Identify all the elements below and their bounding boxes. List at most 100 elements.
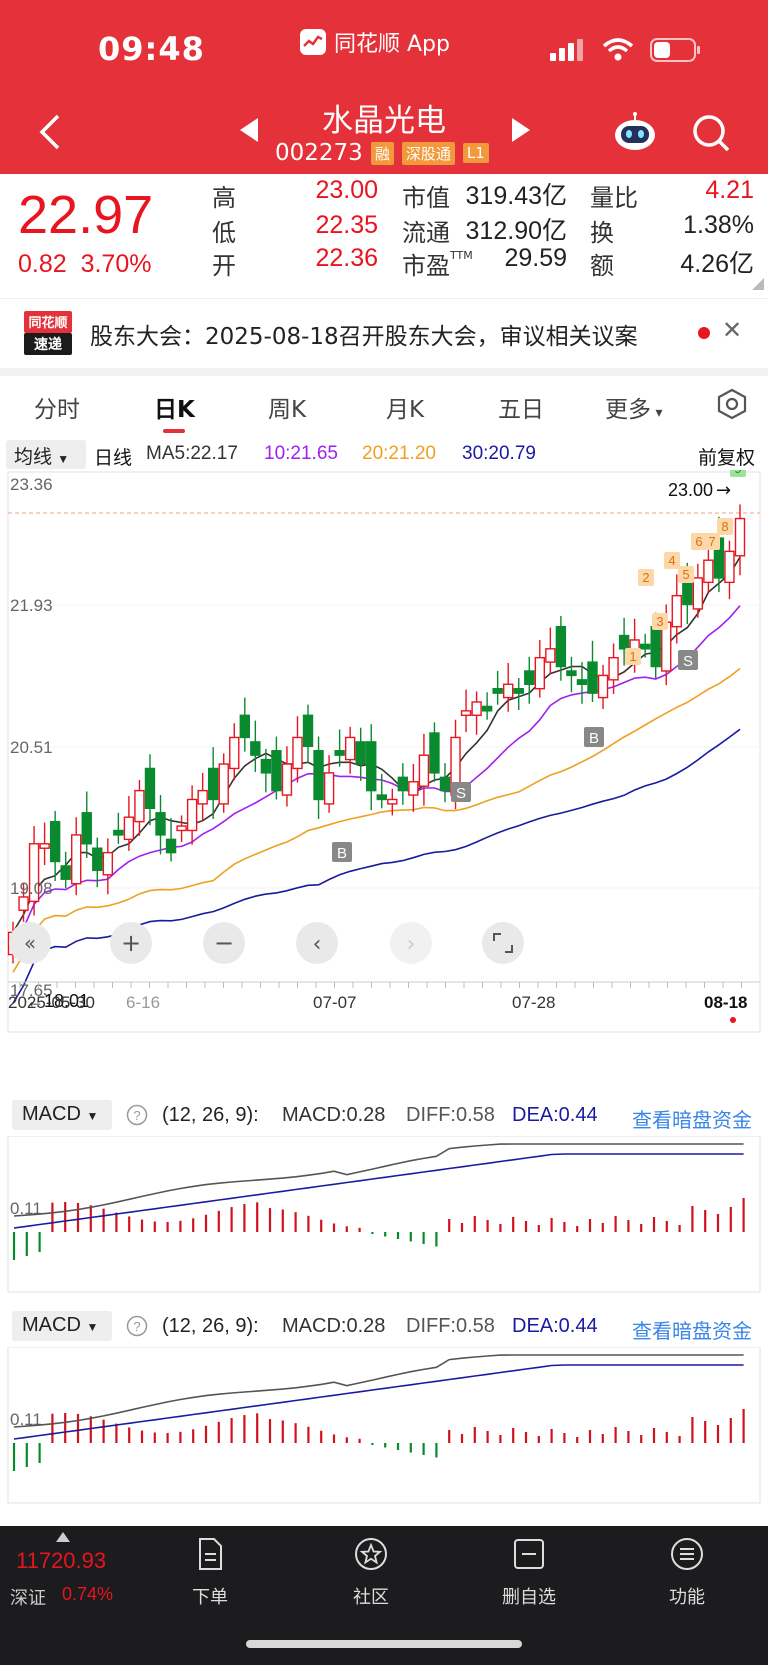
- ma30-value: 30:20.79: [462, 443, 536, 464]
- index-value[interactable]: 11720.93: [16, 1548, 106, 1574]
- nav-community-label: 社区: [353, 1587, 389, 1608]
- low-label: 低: [212, 219, 236, 247]
- stock-code-row: 002273 融 深股通 L1: [275, 140, 489, 166]
- low-value: 22.35: [315, 211, 378, 239]
- help-icon[interactable]: ?: [126, 1315, 148, 1337]
- svg-text:S: S: [683, 653, 693, 670]
- nav-order[interactable]: 下单: [165, 1536, 255, 1609]
- dea-value-1: DEA:0.44: [512, 1104, 598, 1126]
- period-label: 日线: [94, 448, 133, 469]
- sequence-marker: 7: [704, 533, 720, 550]
- trade-marker[interactable]: B: [584, 727, 604, 747]
- nav-remove-watchlist[interactable]: 删自选: [484, 1536, 574, 1609]
- period-tabs: 分时 日K 周K 月K 五日 更多 ▾: [0, 376, 768, 436]
- robot-assistant-icon[interactable]: [612, 112, 658, 152]
- dea-value-2: DEA:0.44: [512, 1315, 598, 1337]
- ma20-value: 20:21.20: [362, 443, 436, 464]
- trade-marker[interactable]: S: [451, 782, 471, 802]
- news-text: 股东大会：2025-08-18召开股东大会，审议相关议案: [90, 324, 638, 350]
- svg-text:«: «: [24, 931, 36, 955]
- search-icon[interactable]: [690, 112, 732, 154]
- kline-chart[interactable]: BSBS123456789 23.36 21.93 20.51 19.08 17…: [0, 470, 768, 1090]
- dark-pool-link-1[interactable]: 查看暗盘资金: [632, 1104, 752, 1133]
- news-close-icon[interactable]: ✕: [722, 316, 742, 344]
- diff-value-2: DIFF:0.58: [406, 1315, 495, 1337]
- trade-marker[interactable]: B: [332, 842, 352, 862]
- index-name: 深证: [10, 1588, 46, 1609]
- ma10-value: 10:21.65: [264, 443, 338, 464]
- zoom-out-button[interactable]: −: [203, 922, 245, 964]
- nav-functions-label: 功能: [669, 1587, 705, 1608]
- nav-order-label: 下单: [192, 1587, 228, 1608]
- svg-text:→: →: [716, 480, 731, 501]
- macd-selector-1[interactable]: MACD ▼: [12, 1100, 112, 1130]
- diff-value-1: DIFF:0.58: [406, 1104, 495, 1126]
- price-change: 0.82 3.70%: [18, 250, 152, 278]
- tag-connect: 深股通: [401, 141, 455, 165]
- svg-text:速递: 速递: [34, 336, 62, 353]
- float-label: 流通: [402, 219, 450, 247]
- high-value: 23.00: [315, 176, 378, 204]
- tab-weekly-k[interactable]: 周K: [268, 390, 306, 424]
- tag-level: L1: [462, 143, 489, 163]
- nav-functions[interactable]: 功能: [642, 1536, 732, 1609]
- trade-marker[interactable]: S: [678, 650, 698, 670]
- svg-text:?: ?: [133, 1319, 140, 1334]
- sequence-marker: 5: [678, 566, 694, 583]
- expand-corner-icon[interactable]: [752, 278, 764, 290]
- amount-label: 额: [590, 252, 614, 280]
- svg-text:+: +: [121, 929, 141, 957]
- svg-text:8: 8: [721, 519, 728, 534]
- scroll-left-button[interactable]: «: [9, 922, 51, 964]
- svg-text:5: 5: [682, 567, 689, 582]
- nav-community[interactable]: 社区: [326, 1536, 416, 1609]
- tab-intraday[interactable]: 分时: [34, 390, 80, 424]
- dark-pool-link-2[interactable]: 查看暗盘资金: [632, 1315, 752, 1344]
- open-label: 开: [212, 252, 236, 280]
- battery-icon: [650, 38, 700, 62]
- tab-active-indicator: [163, 429, 185, 433]
- volume-ratio-value: 4.21: [705, 176, 754, 204]
- app-logo-icon: [300, 29, 326, 55]
- next-button[interactable]: ›: [390, 922, 432, 964]
- stock-code: 002273: [275, 140, 363, 166]
- settings-hexagon-icon[interactable]: [716, 388, 748, 420]
- y-label-2: 21.93: [10, 596, 53, 615]
- news-ticker[interactable]: 同花顺 速递 股东大会：2025-08-18召开股东大会，审议相关议案: [0, 298, 768, 368]
- tab-more[interactable]: 更多 ▾: [605, 390, 662, 424]
- sequence-marker: 9: [730, 470, 746, 477]
- next-stock-icon[interactable]: [512, 118, 530, 142]
- macd-header-1: MACD ▼ ? (12, 26, 9): MACD:0.28 DIFF:0.5…: [0, 1096, 768, 1136]
- svg-text:7: 7: [708, 534, 715, 549]
- wifi-icon: [602, 38, 634, 61]
- tab-five-day[interactable]: 五日: [498, 390, 544, 424]
- svg-text:4: 4: [668, 553, 675, 568]
- fullscreen-button[interactable]: [482, 922, 524, 964]
- divider: [0, 368, 768, 376]
- sequence-marker: 8: [717, 518, 733, 535]
- high-label: 高: [212, 184, 236, 212]
- tab-daily-k[interactable]: 日K: [154, 390, 195, 424]
- prev-button[interactable]: ‹: [296, 922, 338, 964]
- tab-monthly-k[interactable]: 月K: [386, 390, 424, 424]
- zoom-in-button[interactable]: +: [110, 922, 152, 964]
- status-indicators: [550, 38, 702, 62]
- signal-icon: [550, 39, 583, 61]
- remove-square-icon: [514, 1539, 544, 1569]
- svg-text:9: 9: [734, 470, 741, 476]
- help-icon[interactable]: ?: [126, 1104, 148, 1126]
- svg-text:同花顺: 同花顺: [28, 315, 67, 331]
- ma-selector[interactable]: 均线 ▼: [6, 440, 86, 469]
- svg-text:B: B: [589, 730, 599, 747]
- community-star-icon: [355, 1538, 387, 1570]
- order-doc-icon: [199, 1538, 222, 1570]
- sequence-marker: 1: [625, 648, 641, 665]
- svg-text:B: B: [337, 845, 347, 862]
- y-label-1: 23.36: [10, 475, 53, 494]
- home-indicator: [246, 1640, 522, 1648]
- sequence-marker: 2: [638, 569, 654, 586]
- macd-selector-2[interactable]: MACD ▼: [12, 1311, 112, 1341]
- adjust-mode[interactable]: 前复权: [698, 443, 755, 470]
- mktcap-label: 市值: [402, 184, 450, 212]
- tag-margin: 融: [370, 141, 394, 165]
